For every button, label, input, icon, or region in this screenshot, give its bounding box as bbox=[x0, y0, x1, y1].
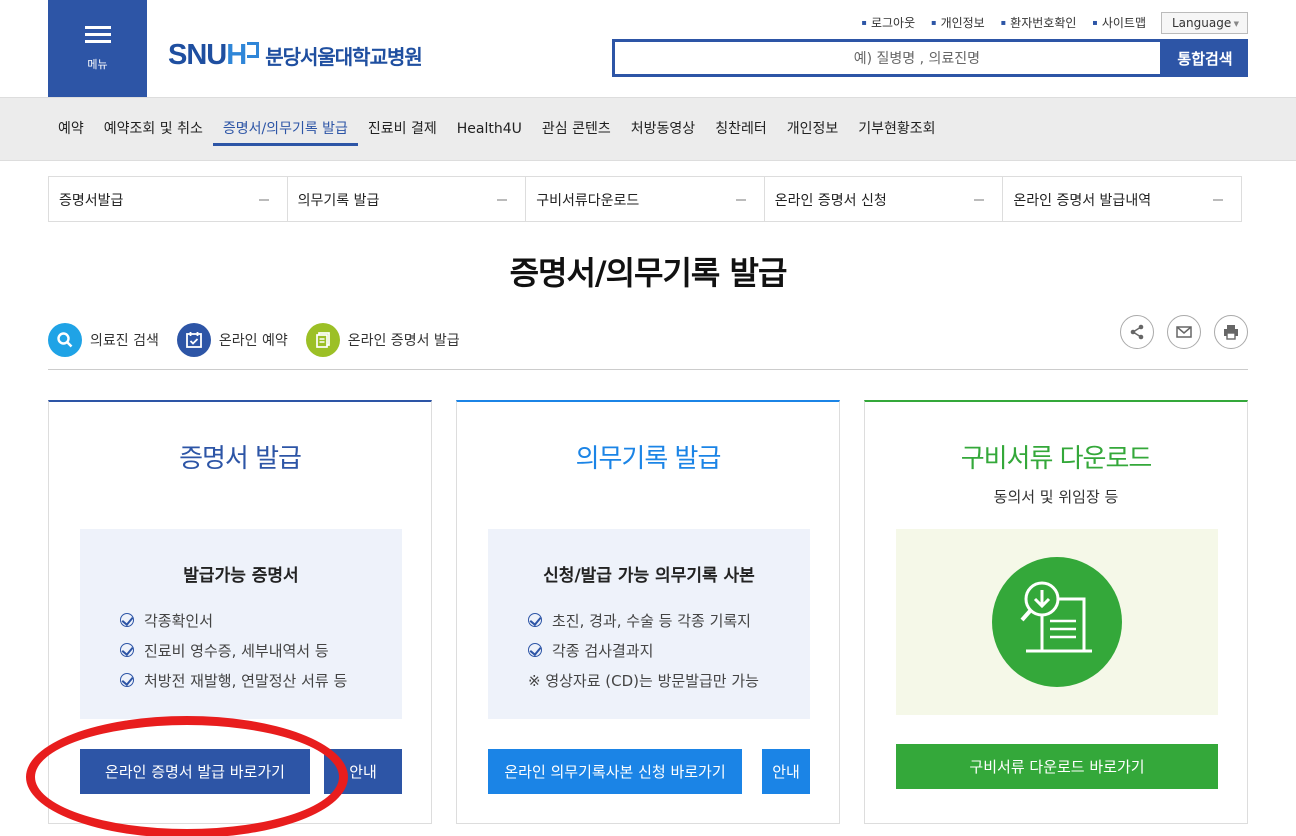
gnb-item-praise[interactable]: 칭찬레터 bbox=[705, 98, 777, 160]
certificate-guide-button[interactable]: 안내 bbox=[324, 749, 402, 794]
sitemap-link[interactable]: 사이트맵 bbox=[1092, 14, 1146, 31]
medical-record-guide-button[interactable]: 안내 bbox=[762, 749, 810, 794]
gnb-item-reservation[interactable]: 예약 bbox=[48, 98, 94, 160]
check-icon bbox=[528, 613, 542, 627]
check-icon bbox=[120, 613, 134, 627]
logo-mark-icon bbox=[247, 42, 260, 58]
document-icon bbox=[305, 323, 340, 357]
online-certificate-button[interactable]: 온라인 증명서 발급 바로가기 bbox=[80, 749, 310, 794]
divider bbox=[48, 369, 1248, 370]
list-item: 초진, 경과, 수술 등 각종 기록지 bbox=[528, 605, 759, 635]
card-certificate: 증명서 발급 발급가능 증명서 각종확인서 진료비 영수증, 세부내역서 등 처… bbox=[48, 400, 432, 824]
quick-link-label: 온라인 예약 bbox=[218, 333, 288, 349]
gnb-item-certificates[interactable]: 증명서/의무기록 발급 bbox=[212, 98, 359, 160]
quick-link-label: 의료진 검색 bbox=[90, 333, 159, 349]
search-input[interactable]: 예) 질병명 , 의료진명 bbox=[612, 39, 1163, 77]
list-item: 각종확인서 bbox=[120, 605, 347, 635]
gnb-item-health4u[interactable]: Health4U bbox=[447, 98, 532, 160]
mail-icon[interactable] bbox=[1167, 315, 1201, 349]
page-title: 증명서/의무기록 발급 bbox=[509, 254, 788, 292]
gnb-item-videos[interactable]: 처방동영상 bbox=[621, 98, 705, 160]
card-illustration-box bbox=[896, 529, 1218, 715]
quick-link-online-certificate[interactable]: 온라인 증명서 발급 bbox=[305, 323, 460, 357]
privacy-link[interactable]: 개인정보 bbox=[931, 14, 985, 31]
print-icon[interactable] bbox=[1214, 315, 1248, 349]
subtab-documents-download[interactable]: 구비서류다운로드 bbox=[526, 177, 765, 221]
logout-link[interactable]: 로그아웃 bbox=[862, 14, 915, 31]
card-subtitle: 동의서 및 위임장 등 bbox=[993, 488, 1119, 506]
calendar-icon bbox=[176, 323, 211, 357]
list-item: 진료비 영수증, 세부내역서 등 bbox=[120, 635, 347, 665]
check-icon bbox=[528, 643, 542, 657]
list-item: 각종 검사결과지 bbox=[528, 635, 759, 665]
gnb-item-payment[interactable]: 진료비 결제 bbox=[358, 98, 447, 160]
box-title: 발급가능 증명서 bbox=[183, 566, 299, 586]
menu-button[interactable]: 메뉴 bbox=[48, 0, 147, 97]
gnb-item-reservation-check[interactable]: 예약조회 및 취소 bbox=[94, 98, 213, 160]
search-button[interactable]: 통합검색 bbox=[1162, 39, 1248, 77]
card-title: 증명서 발급 bbox=[179, 444, 302, 474]
gnb-item-interest[interactable]: 관심 콘텐츠 bbox=[532, 98, 621, 160]
quick-link-online-reservation[interactable]: 온라인 예약 bbox=[176, 323, 288, 357]
share-icon[interactable] bbox=[1120, 315, 1154, 349]
list-item: ※ 영상자료 (CD)는 방문발급만 가능 bbox=[528, 671, 759, 690]
gnb-item-personal-info[interactable]: 개인정보 bbox=[777, 98, 849, 160]
documents-download-button[interactable]: 구비서류 다운로드 바로가기 bbox=[896, 744, 1218, 789]
subtab-medical-record[interactable]: 의무기록 발급 bbox=[288, 177, 527, 221]
card-info-box: 발급가능 증명서 각종확인서 진료비 영수증, 세부내역서 등 처방전 재발행,… bbox=[80, 529, 402, 719]
search-icon bbox=[48, 323, 82, 357]
check-icon bbox=[120, 673, 134, 687]
card-title: 구비서류 다운로드 bbox=[960, 444, 1153, 474]
check-icon bbox=[120, 643, 134, 657]
list-item: 처방전 재발행, 연말정산 서류 등 bbox=[120, 665, 347, 695]
box-title: 신청/발급 가능 의무기록 사본 bbox=[543, 566, 755, 586]
patient-number-link[interactable]: 환자번호확인 bbox=[1001, 14, 1076, 31]
card-title: 의무기록 발급 bbox=[575, 444, 722, 474]
sub-tabs: 증명서발급 의무기록 발급 구비서류다운로드 온라인 증명서 신청 온라인 증명… bbox=[48, 176, 1242, 222]
card-info-box: 신청/발급 가능 의무기록 사본 초진, 경과, 수술 등 각종 기록지 각종 … bbox=[488, 529, 810, 719]
quick-link-label: 온라인 증명서 발급 bbox=[347, 333, 460, 349]
subtab-online-request[interactable]: 온라인 증명서 신청 bbox=[765, 177, 1004, 221]
menu-label: 메뉴 bbox=[87, 57, 108, 71]
quick-link-doctor-search[interactable]: 의료진 검색 bbox=[48, 323, 159, 357]
gnb-item-donation[interactable]: 기부현황조회 bbox=[848, 98, 945, 160]
logo[interactable]: SNUH 분당서울대학교병원 bbox=[168, 38, 423, 72]
hamburger-icon bbox=[84, 25, 111, 44]
logo-text: SNUH bbox=[168, 38, 247, 71]
utility-links: 로그아웃 개인정보 환자번호확인 사이트맵 bbox=[862, 14, 1146, 31]
quick-links: 의료진 검색 온라인 예약 온라인 증명서 발급 bbox=[48, 323, 460, 357]
card-documents-download: 구비서류 다운로드 동의서 및 위임장 등 구비서류 다운로드 바로가기 bbox=[864, 400, 1248, 824]
subtab-certificate[interactable]: 증명서발급 bbox=[49, 177, 288, 221]
online-medical-record-button[interactable]: 온라인 의무기록사본 신청 바로가기 bbox=[488, 749, 742, 794]
download-document-icon bbox=[992, 557, 1122, 687]
subtab-issue-history[interactable]: 온라인 증명서 발급내역 bbox=[1003, 177, 1241, 221]
language-select[interactable]: Language bbox=[1161, 12, 1248, 34]
logo-korean-name: 분당서울대학교병원 bbox=[265, 44, 423, 69]
card-medical-record: 의무기록 발급 신청/발급 가능 의무기록 사본 초진, 경과, 수술 등 각종… bbox=[456, 400, 840, 824]
main-navigation: 예약 예약조회 및 취소 증명서/의무기록 발급 진료비 결제 Health4U… bbox=[0, 97, 1296, 161]
